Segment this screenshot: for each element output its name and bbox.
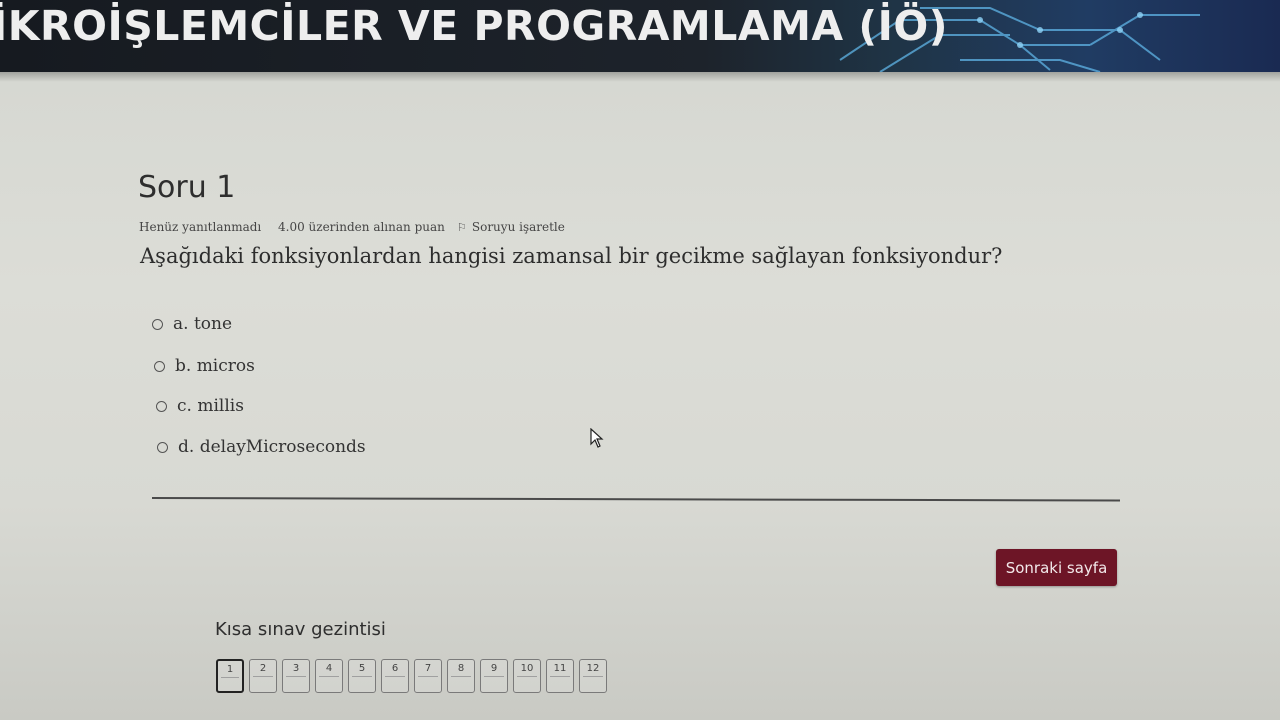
flag-question-label: Soruyu işaretle [471,220,565,234]
nav-page-5[interactable]: 5 [348,659,376,693]
radio-button[interactable] [157,441,168,453]
next-page-button[interactable]: Sonraki sayfa [996,549,1117,586]
radio-button[interactable] [152,318,163,330]
option-label: d. delayMicroseconds [178,437,366,457]
nav-page-6[interactable]: 6 [381,659,409,693]
question-title: Soru 1 [138,170,236,205]
option-label: c. millis [177,396,244,416]
divider [151,497,1120,502]
quiz-navigation-grid: 1 2 3 4 5 6 7 8 9 10 11 12 [216,659,612,693]
option-label: a. tone [173,314,233,334]
nav-page-7[interactable]: 7 [414,659,442,693]
nav-page-11[interactable]: 11 [546,659,574,693]
nav-page-1[interactable]: 1 [216,659,244,693]
option-a[interactable]: a. tone [152,314,232,334]
nav-page-10[interactable]: 10 [513,659,541,693]
option-d[interactable]: d. delayMicroseconds [157,437,366,457]
course-banner: İKROİŞLEMCİLER VE PROGRAMLAMA (İÖ) [0,0,1280,72]
option-label: b. micros [175,356,255,376]
nav-page-9[interactable]: 9 [480,659,508,693]
nav-page-3[interactable]: 3 [282,659,310,693]
question-points: 4.00 üzerinden alınan puan [278,220,445,234]
question-status: Henüz yanıtlanmadı [139,220,262,234]
nav-page-4[interactable]: 4 [315,659,343,693]
banner-shadow [0,72,1280,82]
flag-question-link[interactable]: ⚐ Soruyu işaretle [457,220,565,234]
option-b[interactable]: b. micros [154,356,255,376]
option-c[interactable]: c. millis [156,396,244,416]
radio-button[interactable] [154,360,165,372]
nav-page-2[interactable]: 2 [249,659,277,693]
nav-page-8[interactable]: 8 [447,659,475,693]
quiz-navigation-title: Kısa sınav gezintisi [215,619,386,640]
course-title: İKROİŞLEMCİLER VE PROGRAMLAMA (İÖ) [0,2,948,50]
nav-page-12[interactable]: 12 [579,659,607,693]
mouse-cursor-icon [590,428,604,448]
flag-icon: ⚐ [457,221,467,234]
question-text: Aşağıdaki fonksiyonlardan hangisi zamans… [140,244,1003,268]
radio-button[interactable] [156,400,167,412]
